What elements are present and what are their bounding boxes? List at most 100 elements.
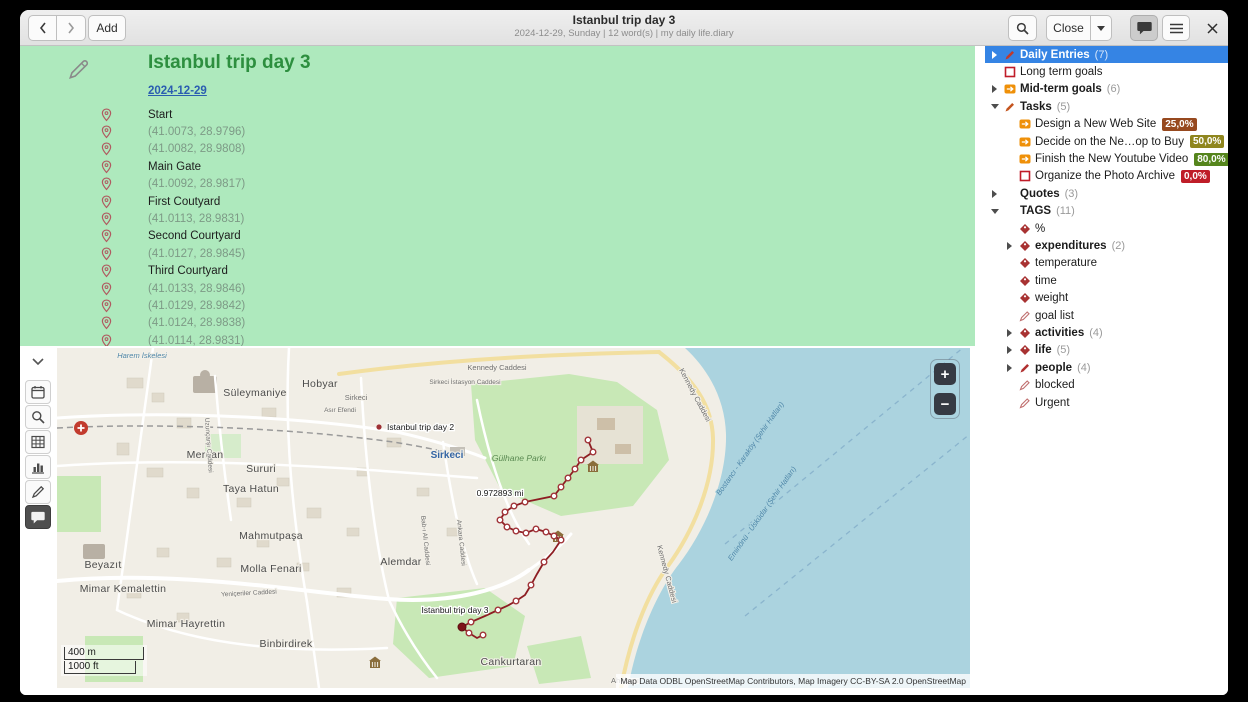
search-icon <box>1016 22 1029 35</box>
search-button[interactable] <box>1008 15 1037 41</box>
map-label-mimar-kemalettin: Mimar Kemalettin <box>80 583 167 595</box>
chevron-down-icon <box>32 358 44 365</box>
expander-icon[interactable] <box>987 51 1002 59</box>
map-pin-icon <box>101 108 113 122</box>
expander-icon[interactable] <box>1002 364 1017 372</box>
tree-item-tag[interactable]: temperature <box>985 255 1228 272</box>
calendar-button[interactable] <box>25 380 51 404</box>
tag-icon <box>1017 292 1032 304</box>
headerbar: Add Istanbul trip day 3 2024-12-29, Sund… <box>20 10 1228 46</box>
map-pin-icon <box>101 212 113 226</box>
tree-item-tag-expenditures[interactable]: expenditures (2) <box>985 237 1228 254</box>
tree-item-tag-activities[interactable]: activities (4) <box>985 324 1228 341</box>
tree-item-task[interactable]: Organize the Photo Archive 0,0% <box>985 168 1228 185</box>
tree-item-tag-life[interactable]: life (5) <box>985 342 1228 359</box>
calendar-icon <box>31 385 45 399</box>
bottom-toolbar <box>20 346 57 695</box>
in-progress-icon <box>1017 136 1032 148</box>
back-button[interactable] <box>28 15 57 41</box>
progress-badge: 25,0% <box>1162 118 1196 131</box>
map-pin-icon <box>101 247 113 261</box>
map-viewport[interactable]: Süleymaniye Hobyar Mercan Sururi Taya Ha… <box>57 348 970 688</box>
entry-line: Start <box>20 106 975 123</box>
tree-item-mid-term-goals[interactable]: Mid-term goals (6) <box>985 81 1228 98</box>
chevron-down-icon <box>1097 26 1105 31</box>
map-label-day2: Istanbul trip day 2 <box>387 422 454 432</box>
expander-icon[interactable] <box>987 209 1002 214</box>
forward-button[interactable] <box>57 15 86 41</box>
route-end-marker[interactable] <box>458 623 466 631</box>
map-label-suleymaniye: Süleymaniye <box>223 387 286 399</box>
plus-marker[interactable] <box>74 421 88 435</box>
tree-item-tag[interactable]: % <box>985 220 1228 237</box>
map-label-sirkeci-station: Sirkeci <box>431 450 464 461</box>
entries-tree-panel: Daily Entries (7) Long term goals Mid-te… <box>975 46 1228 695</box>
close-icon <box>1207 23 1218 34</box>
tree-item-daily-entries[interactable]: Daily Entries (7) <box>985 46 1228 63</box>
tree-item-tasks[interactable]: Tasks (5) <box>985 98 1228 115</box>
map-label-ankara-caddesi: Ankara Caddesi <box>455 519 467 566</box>
tree-item-tag[interactable]: goal list <box>985 307 1228 324</box>
zoom-control: + − <box>930 359 960 419</box>
chart-button[interactable] <box>25 455 51 479</box>
add-button[interactable]: Add <box>88 15 126 41</box>
tree-item-tag[interactable]: Urgent <box>985 394 1228 411</box>
pencil-icon <box>1017 362 1032 374</box>
table-button[interactable] <box>25 430 51 454</box>
entry-line: (41.0092, 28.9817) <box>20 176 975 193</box>
tree-item-quotes[interactable]: Quotes (3) <box>985 185 1228 202</box>
map-label-gulhane: Gülhane Parkı <box>492 453 546 463</box>
map-pin-icon <box>101 229 113 243</box>
tree-item-tag-people[interactable]: people (4) <box>985 359 1228 376</box>
menu-button[interactable] <box>1162 15 1190 41</box>
expander-icon[interactable] <box>1002 346 1017 354</box>
window-subtitle: 2024-12-29, Sunday | 12 word(s) | my dai… <box>270 28 978 40</box>
map-pin-icon <box>101 299 113 313</box>
window-close-button[interactable] <box>1200 15 1224 41</box>
tree-item-task[interactable]: Decide on the Ne…op to Buy 50,0% <box>985 133 1228 150</box>
expander-icon[interactable] <box>1002 329 1017 337</box>
tree-item-tags[interactable]: TAGS (11) <box>985 203 1228 220</box>
map-label-kennedy-ne: Kennedy Caddesi <box>677 367 713 424</box>
comment-icon <box>31 511 45 524</box>
entry-body: Start (41.0073, 28.9796) (41.0082, 28.98… <box>20 106 975 346</box>
expander-icon[interactable] <box>987 104 1002 109</box>
day2-marker[interactable] <box>376 424 381 429</box>
close-dropdown-button[interactable] <box>1091 15 1112 41</box>
close-entry-button[interactable]: Close <box>1046 15 1091 41</box>
expander-icon[interactable] <box>987 190 1002 198</box>
table-icon <box>31 435 45 449</box>
search-filter-button[interactable] <box>25 405 51 429</box>
chevron-left-icon <box>39 22 47 34</box>
map-label-alemdar: Alemdar <box>380 556 421 568</box>
expander-icon[interactable] <box>987 85 1002 93</box>
tree-item-tag[interactable]: time <box>985 272 1228 289</box>
scale-imperial: 1000 ft <box>64 661 136 674</box>
map-label-molla-fenari: Molla Fenari <box>240 563 301 575</box>
collapse-panel-button[interactable] <box>26 352 50 370</box>
entry-line: (41.0127, 28.9845) <box>20 245 975 262</box>
tree-item-tag[interactable]: weight <box>985 289 1228 306</box>
map-pin-icon <box>101 125 113 139</box>
zoom-out-button[interactable]: − <box>934 393 956 415</box>
map-comment-toggle-button[interactable] <box>25 505 51 529</box>
museum-icon <box>369 657 381 669</box>
comments-toggle-button[interactable] <box>1130 15 1158 41</box>
entry-editor[interactable]: Istanbul trip day 3 2024-12-29 Start (41… <box>20 46 975 346</box>
tree-item-task[interactable]: Design a New Web Site 25,0% <box>985 116 1228 133</box>
map-pin-icon <box>101 334 113 346</box>
draw-button[interactable] <box>25 480 51 504</box>
tree-item-task[interactable]: Finish the New Youtube Video 80,0% <box>985 150 1228 167</box>
map-attribution: Map Data ODBL OpenStreetMap Contributors… <box>616 674 970 688</box>
tree-item-long-term-goals[interactable]: Long term goals <box>985 63 1228 80</box>
entry-line: (41.0124, 28.9838) <box>20 315 975 332</box>
search-icon <box>31 410 45 424</box>
expander-icon[interactable] <box>1002 242 1017 250</box>
scale-metric: 400 m <box>64 647 144 660</box>
tree-item-tag[interactable]: blocked <box>985 376 1228 393</box>
map-label-sirkeci-istasyon: Sirkeci İstasyon Caddesi <box>429 377 500 386</box>
entry-date-link[interactable]: 2024-12-29 <box>148 85 207 97</box>
zoom-in-label: + <box>941 366 950 383</box>
map-label-asir-efendi: Asır Efendi <box>324 407 356 414</box>
zoom-in-button[interactable]: + <box>934 363 956 385</box>
